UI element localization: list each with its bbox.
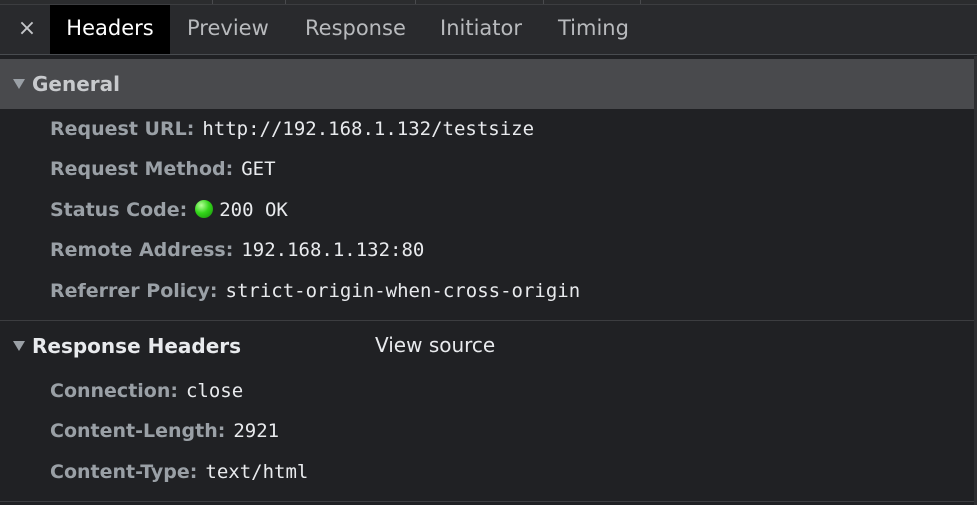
header-value: close: [185, 380, 244, 402]
tab-bar: × Headers Preview Response Initiator Tim…: [0, 5, 977, 55]
tab-headers[interactable]: Headers: [50, 5, 170, 54]
general-section-title: General: [32, 72, 120, 96]
header-value: 200 OK: [219, 199, 288, 221]
header-key: Content-Type:: [50, 461, 198, 483]
strip-tick: [640, 0, 641, 4]
close-icon[interactable]: ×: [14, 14, 40, 44]
header-key: Status Code:: [50, 199, 188, 221]
general-row-request-url: Request URL: http://192.168.1.132/testsiz…: [50, 114, 534, 144]
expand-triangle-icon: [13, 341, 25, 351]
header-key: Request Method:: [50, 158, 234, 180]
header-key: Referrer Policy:: [50, 280, 218, 302]
response-row-content-type: Content-Type: text/html: [50, 457, 308, 487]
view-source-link[interactable]: View source: [375, 330, 495, 360]
strip-tick: [285, 0, 286, 4]
header-value: 192.168.1.132:80: [241, 239, 425, 261]
header-value: 2921: [233, 420, 280, 442]
section-divider: [0, 501, 977, 502]
expand-triangle-icon: [13, 79, 25, 89]
tab-initiator[interactable]: Initiator: [440, 5, 522, 54]
strip-tick: [543, 0, 544, 4]
tab-response[interactable]: Response: [305, 5, 406, 54]
general-row-status-code: Status Code: 200 OK: [50, 195, 288, 225]
general-section-header[interactable]: General: [0, 59, 977, 109]
response-headers-section-title: Response Headers: [32, 334, 242, 358]
response-row-connection: Connection: close: [50, 376, 243, 406]
general-row-request-method: Request Method: GET: [50, 154, 276, 184]
header-value: http://192.168.1.132/testsize: [202, 118, 535, 140]
header-key: Connection:: [50, 380, 178, 402]
general-row-referrer-policy: Referrer Policy: strict-origin-when-cross…: [50, 276, 580, 306]
header-value: GET: [241, 158, 276, 180]
tab-preview[interactable]: Preview: [187, 5, 269, 54]
header-key: Remote Address:: [50, 239, 234, 261]
tab-timing[interactable]: Timing: [558, 5, 629, 54]
header-key: Content-Length:: [50, 420, 226, 442]
strip-tick: [415, 0, 416, 4]
status-ok-icon: [195, 200, 214, 218]
header-value: strict-origin-when-cross-origin: [225, 280, 581, 302]
general-row-remote-address: Remote Address: 192.168.1.132:80: [50, 235, 424, 265]
header-key: Request URL:: [50, 118, 195, 140]
header-value: text/html: [205, 461, 309, 483]
response-row-content-length: Content-Length: 2921: [50, 416, 279, 446]
strip-tick: [212, 0, 213, 4]
